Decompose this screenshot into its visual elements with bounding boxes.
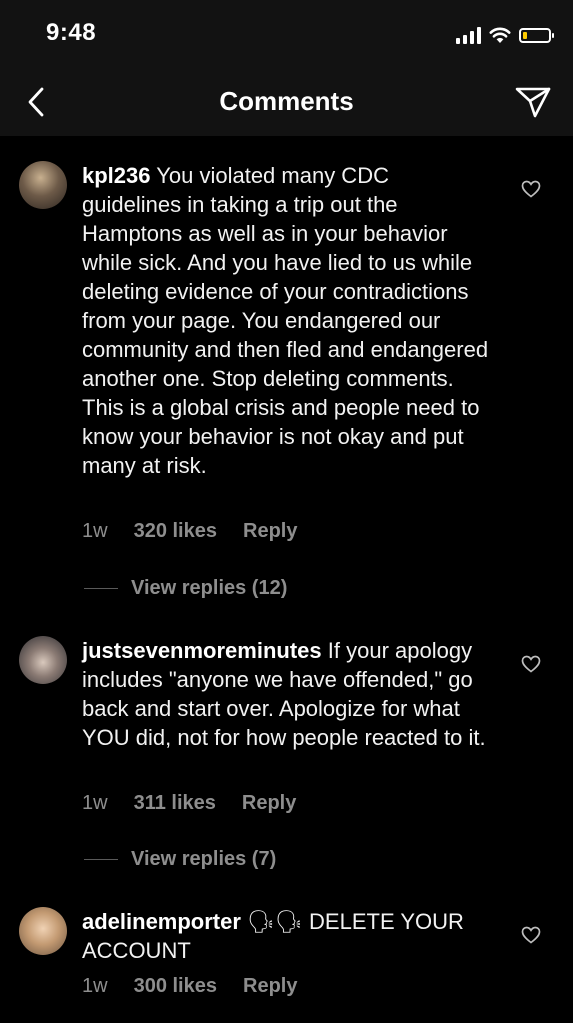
comment-likes[interactable]: 311 likes — [134, 792, 216, 815]
reply-button[interactable]: Reply — [243, 975, 297, 998]
comment-text: justsevenmoreminutes If your apology inc… — [82, 636, 494, 752]
comment-meta: 1w 311 likes Reply — [82, 792, 296, 815]
page-title: Comments — [219, 86, 354, 116]
status-icons — [456, 22, 554, 48]
battery-icon — [519, 27, 554, 43]
comment-meta: 1w 300 likes Reply — [82, 975, 297, 998]
comment-likes[interactable]: 300 likes — [134, 975, 217, 998]
comment-time: 1w — [82, 792, 108, 814]
comment-likes[interactable]: 320 likes — [134, 520, 217, 543]
comment-username[interactable]: justsevenmoreminutes — [82, 638, 322, 663]
reply-button[interactable]: Reply — [242, 792, 296, 815]
avatar[interactable] — [19, 636, 67, 684]
comment-username[interactable]: adelinemporter — [82, 909, 241, 934]
status-bar: 9:48 — [0, 0, 573, 68]
comment-meta: 1w 320 likes Reply — [82, 520, 297, 543]
battery-level — [523, 31, 527, 39]
speaking-head-emoji: 🗣🗣 — [247, 909, 303, 934]
wifi-icon — [489, 27, 511, 43]
nav-bar: Comments — [0, 68, 573, 136]
comment-time: 1w — [82, 520, 108, 542]
share-button[interactable] — [511, 80, 555, 124]
status-time: 9:48 — [46, 19, 97, 46]
direct-send-icon — [515, 87, 551, 118]
signal-icon — [456, 26, 481, 44]
avatar[interactable] — [19, 161, 67, 209]
heart-icon[interactable] — [518, 176, 544, 202]
heart-icon[interactable] — [518, 922, 544, 948]
view-replies-button[interactable]: View replies (7) — [84, 848, 276, 871]
heart-icon[interactable] — [518, 651, 544, 677]
view-replies-label: View replies (7) — [131, 848, 277, 870]
comment-username[interactable]: kpl236 — [82, 163, 151, 188]
view-replies-button[interactable]: View replies (12) — [84, 577, 287, 600]
comment-time: 1w — [82, 975, 108, 997]
divider-line — [84, 588, 118, 589]
reply-button[interactable]: Reply — [243, 520, 297, 543]
comment-body: You violated many CDC guidelines in taki… — [82, 163, 489, 478]
divider-line — [84, 859, 118, 860]
comment-text: kpl236 You violated many CDC guidelines … — [82, 161, 494, 480]
avatar[interactable] — [19, 907, 67, 955]
comment-text: adelinemporter 🗣🗣 DELETE YOUR ACCOUNT — [82, 907, 494, 965]
view-replies-label: View replies (12) — [131, 577, 288, 599]
